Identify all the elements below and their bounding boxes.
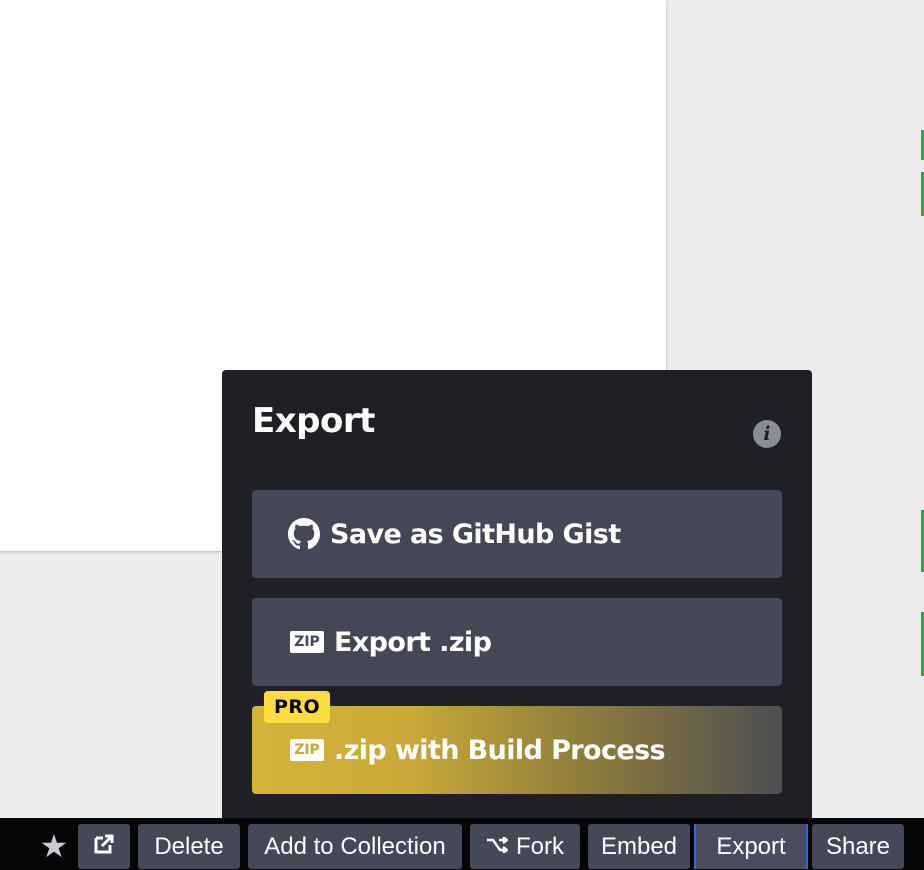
zip-icon: ZIP — [290, 739, 324, 761]
option-label: Save as GitHub Gist — [330, 518, 621, 550]
embed-button[interactable]: Embed — [588, 824, 690, 869]
star-icon[interactable]: ★ — [38, 824, 70, 869]
fork-button[interactable]: Fork — [470, 824, 580, 869]
fork-label: Fork — [516, 833, 564, 860]
zip-icon: ZIP — [290, 631, 324, 653]
info-icon[interactable]: i — [753, 420, 781, 448]
fork-icon — [486, 823, 509, 868]
zip-build-process-button[interactable]: ZIP .zip with Build Process — [252, 706, 782, 794]
option-label: Export .zip — [334, 626, 492, 658]
export-button[interactable]: Export — [694, 824, 808, 869]
pro-badge: PRO — [264, 691, 331, 723]
add-to-collection-button[interactable]: Add to Collection — [248, 824, 462, 869]
share-button[interactable]: Share — [812, 824, 904, 869]
delete-button[interactable]: Delete — [138, 824, 240, 869]
export-popup: Export i Save as GitHub Gist ZIP Export … — [222, 370, 812, 818]
popup-title: Export — [252, 401, 375, 441]
export-zip-button[interactable]: ZIP Export .zip — [252, 598, 782, 686]
github-icon — [288, 518, 320, 550]
open-external-button[interactable] — [78, 824, 130, 869]
option-label: .zip with Build Process — [334, 734, 666, 766]
save-github-gist-button[interactable]: Save as GitHub Gist — [252, 490, 782, 578]
external-link-icon — [93, 825, 115, 870]
bottom-toolbar: ★ Delete Add to Collection Fork Embed Ex… — [0, 818, 924, 870]
